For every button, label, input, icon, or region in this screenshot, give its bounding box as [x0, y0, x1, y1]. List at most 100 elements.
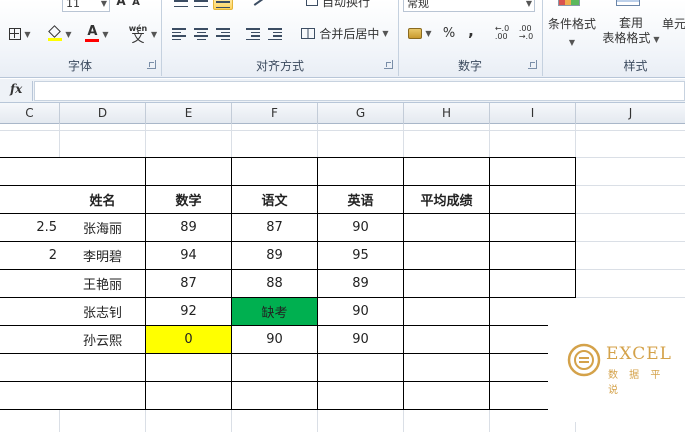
align-middle-button[interactable]: [192, 0, 210, 8]
fx-icon[interactable]: fx: [10, 82, 22, 96]
column-header-g[interactable]: G: [318, 103, 404, 124]
cell-d1[interactable]: [60, 158, 146, 186]
increase-font-button[interactable]: A: [114, 0, 128, 8]
cell-i5[interactable]: [490, 270, 576, 298]
cell-c6[interactable]: [0, 298, 60, 326]
font-dialog-launcher-icon[interactable]: [147, 60, 156, 69]
cell-e8[interactable]: [146, 354, 232, 382]
cell-c5[interactable]: [0, 270, 60, 298]
math-cell[interactable]: 89: [146, 214, 232, 242]
header-name[interactable]: 姓名: [60, 186, 146, 214]
average-cell[interactable]: [404, 326, 490, 354]
math-cell[interactable]: 87: [146, 270, 232, 298]
name-cell[interactable]: 李明碧: [60, 242, 146, 270]
header-math[interactable]: 数学: [146, 186, 232, 214]
english-cell[interactable]: 90: [318, 326, 404, 354]
cell-i2[interactable]: [490, 186, 576, 214]
align-right-button[interactable]: [214, 26, 232, 42]
average-cell[interactable]: [404, 242, 490, 270]
accounting-format-button[interactable]: ▼: [404, 24, 436, 42]
column-header-j[interactable]: J: [576, 103, 685, 124]
cell-c1[interactable]: [0, 158, 60, 186]
comma-style-button[interactable]: ,: [462, 22, 480, 40]
cell-g9[interactable]: [318, 382, 404, 410]
cell-e1[interactable]: [146, 158, 232, 186]
wrap-text-button[interactable]: 自动换行: [298, 0, 378, 9]
column-header-e[interactable]: E: [146, 103, 232, 124]
header-chinese[interactable]: 语文: [232, 186, 318, 214]
cell-e9[interactable]: [146, 382, 232, 410]
alignment-dialog-launcher-icon[interactable]: [384, 60, 393, 69]
cell-c7[interactable]: [0, 326, 60, 354]
increase-indent-button[interactable]: [266, 26, 284, 42]
fill-color-button[interactable]: ▼: [44, 24, 76, 44]
math-cell[interactable]: 92: [146, 298, 232, 326]
math-cell[interactable]: 94: [146, 242, 232, 270]
decrease-decimal-button[interactable]: .00 →.0: [516, 24, 536, 42]
cell-f8[interactable]: [232, 354, 318, 382]
cell-f9[interactable]: [232, 382, 318, 410]
name-cell[interactable]: 王艳丽: [60, 270, 146, 298]
name-cell[interactable]: 张海丽: [60, 214, 146, 242]
cell-i4[interactable]: [490, 242, 576, 270]
cell-c3[interactable]: 2.5: [0, 214, 60, 242]
average-cell[interactable]: [404, 270, 490, 298]
number-dialog-launcher-icon[interactable]: [528, 60, 537, 69]
cell-f1[interactable]: [232, 158, 318, 186]
header-english[interactable]: 英语: [318, 186, 404, 214]
english-cell[interactable]: 95: [318, 242, 404, 270]
cell-h9[interactable]: [404, 382, 490, 410]
cell-g1[interactable]: [318, 158, 404, 186]
chinese-cell[interactable]: 90: [232, 326, 318, 354]
name-cell[interactable]: 张志钊: [60, 298, 146, 326]
cell-c4[interactable]: 2: [0, 242, 60, 270]
cell-g8[interactable]: [318, 354, 404, 382]
orientation-button[interactable]: [248, 0, 272, 8]
cell-h8[interactable]: [404, 354, 490, 382]
align-center-button[interactable]: [192, 26, 210, 42]
english-cell[interactable]: 90: [318, 214, 404, 242]
chinese-cell[interactable]: 88: [232, 270, 318, 298]
decrease-font-button[interactable]: A: [130, 0, 142, 8]
table-format-button[interactable]: 套用 表格格式 ▼: [600, 14, 662, 48]
cell-styles-button[interactable]: 单元: [662, 14, 685, 32]
merge-center-button[interactable]: 合并后居中 ▼: [298, 24, 392, 42]
cell-c8[interactable]: [0, 354, 60, 382]
chinese-cell-absent[interactable]: 缺考: [232, 298, 318, 326]
conditional-format-button[interactable]: 条件格式 ▼: [546, 14, 598, 48]
cell-h1[interactable]: [404, 158, 490, 186]
chinese-cell[interactable]: 87: [232, 214, 318, 242]
decrease-indent-button[interactable]: [244, 26, 262, 42]
align-bottom-button[interactable]: [213, 0, 233, 10]
chinese-cell[interactable]: 89: [232, 242, 318, 270]
phonetic-button[interactable]: wén 文: [122, 21, 154, 47]
column-header-h[interactable]: H: [404, 103, 490, 124]
header-average[interactable]: 平均成绩: [404, 186, 490, 214]
column-header-i[interactable]: I: [490, 103, 576, 124]
math-cell-zero[interactable]: 0: [146, 326, 232, 354]
number-format-combo[interactable]: 常规 ▼: [403, 0, 535, 12]
cell-d8[interactable]: [60, 354, 146, 382]
font-size-combo[interactable]: 11 ▼: [62, 0, 110, 12]
column-header-d[interactable]: D: [60, 103, 146, 124]
align-top-button[interactable]: [172, 0, 190, 8]
cell-d9[interactable]: [60, 382, 146, 410]
average-cell[interactable]: [404, 214, 490, 242]
cell-i3[interactable]: [490, 214, 576, 242]
name-cell[interactable]: 孙云熙: [60, 326, 146, 354]
english-cell[interactable]: 89: [318, 270, 404, 298]
increase-decimal-button[interactable]: ←.0.00: [492, 24, 512, 42]
average-cell[interactable]: [404, 298, 490, 326]
column-header-f[interactable]: F: [232, 103, 318, 124]
cell-c9[interactable]: [0, 382, 60, 410]
english-cell[interactable]: 90: [318, 298, 404, 326]
borders-button[interactable]: ▼: [4, 24, 36, 44]
formula-input[interactable]: [34, 81, 685, 101]
watermark-logo-icon: [567, 343, 601, 377]
percent-button[interactable]: %: [440, 24, 458, 42]
align-left-button[interactable]: [170, 26, 188, 42]
cell-c2[interactable]: [0, 186, 60, 214]
cell-i1[interactable]: [490, 158, 576, 186]
column-header-c[interactable]: C: [0, 103, 60, 124]
font-color-button[interactable]: A ▼: [82, 24, 112, 44]
